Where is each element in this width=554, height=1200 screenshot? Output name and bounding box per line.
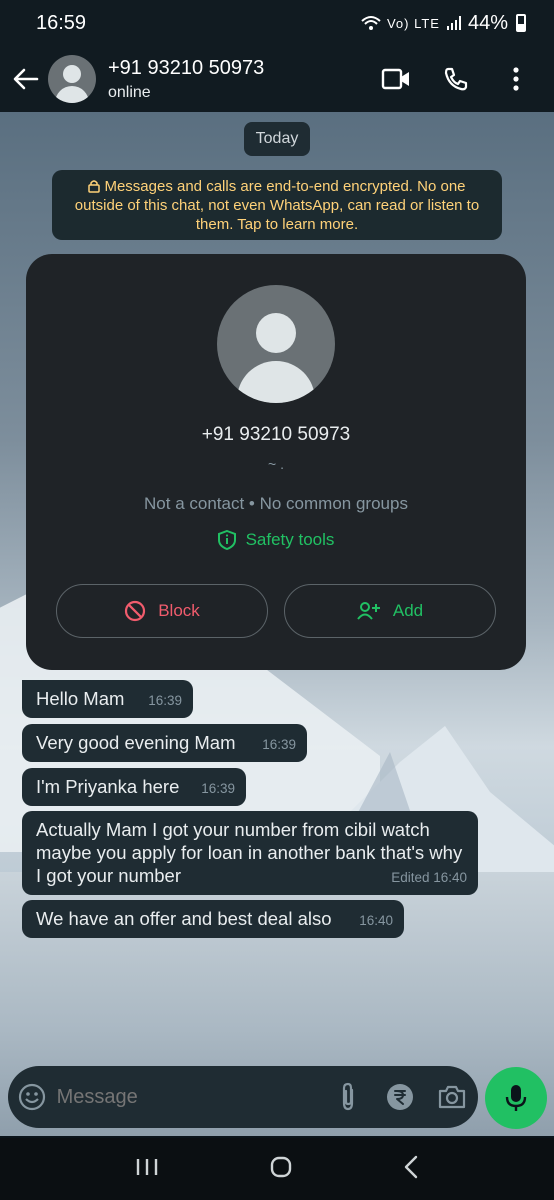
message-composer [8,1066,478,1128]
more-options-icon [513,67,519,91]
date-chip: Today [244,122,310,156]
emoji-button[interactable] [8,1083,57,1111]
safety-tools-link[interactable]: Safety tools [26,530,526,550]
back-arrow-icon [13,68,39,90]
status-bar: 16:59 Vo) LTE 44% [0,0,554,46]
block-icon [125,600,146,622]
payment-button[interactable] [374,1082,426,1112]
back-icon [404,1155,418,1178]
battery-icon [516,14,526,32]
chat-header: +91 93210 50973 online [0,46,554,112]
nav-back-button[interactable] [403,1155,419,1184]
contact-card-meta: Not a contact • No common groups [144,494,408,513]
message-time: Edited 16:40 [391,870,467,885]
message-bubble[interactable]: Actually Mam I got your number from cibi… [22,811,478,895]
message-bubble[interactable]: Hello Mam 16:39 [22,680,193,718]
message-bubble[interactable]: I'm Priyanka here 16:39 [22,768,246,806]
voice-call-button[interactable] [436,59,476,99]
contact-card-about: ~ . [268,456,284,472]
add-person-icon [357,602,380,620]
message-text: I'm Priyanka here [36,776,180,797]
message-text: Very good evening Mam [36,732,236,753]
message-input[interactable] [56,1085,322,1109]
message-time: 16:39 [201,781,235,796]
message-text: We have an offer and best deal also [36,908,332,929]
add-label: Add [392,601,424,620]
encryption-text: Messages and calls are end-to-end encryp… [74,178,480,233]
status-time: 16:59 [36,11,87,34]
lock-icon [88,180,101,193]
message-time: 16:39 [148,693,182,708]
video-call-button[interactable] [376,59,416,99]
chat-area[interactable]: Today Messages and calls are end-to-end … [0,112,554,1136]
camera-button[interactable] [426,1084,478,1110]
home-icon [270,1156,292,1177]
contact-status: online [108,83,151,101]
recents-button[interactable] [135,1157,159,1182]
contact-avatar[interactable] [48,55,96,103]
block-button[interactable]: Block [56,584,268,638]
battery-percent: 44% [467,11,508,34]
add-contact-button[interactable]: Add [284,584,496,638]
contact-info[interactable]: +91 93210 50973 online [108,57,376,102]
header-actions [376,59,554,99]
network-label: Vo) LTE [386,15,440,31]
attach-icon [342,1082,353,1111]
contact-name: +91 93210 50973 [108,56,265,79]
contact-card-avatar [217,285,335,403]
message-text: Hello Mam [36,688,125,709]
video-call-icon [381,68,409,90]
encryption-notice[interactable]: Messages and calls are end-to-end encryp… [52,170,502,240]
rupee-icon [386,1084,413,1110]
status-indicators: Vo) LTE 44% [361,12,526,35]
message-bubble[interactable]: Very good evening Mam 16:39 [22,724,307,762]
message-time: 16:39 [262,737,296,752]
signal-icon [446,16,461,30]
voice-message-button[interactable] [485,1067,547,1129]
home-button[interactable] [269,1155,293,1184]
back-button[interactable] [4,46,48,112]
system-nav-bar [0,1138,554,1200]
wifi-icon [361,16,381,30]
camera-icon [438,1085,466,1109]
more-options-button[interactable] [496,59,536,99]
message-time: 16:40 [359,913,393,928]
block-label: Block [158,601,200,620]
emoji-icon [19,1083,46,1111]
recents-icon [136,1158,158,1175]
mic-icon [505,1085,527,1111]
safety-tools-label: Safety tools [245,530,335,549]
attach-button[interactable] [322,1082,374,1112]
voice-call-icon [444,67,468,91]
contact-card-number: +91 93210 50973 [201,424,351,445]
message-bubble[interactable]: We have an offer and best deal also 16:4… [22,900,404,938]
contact-card: +91 93210 50973 ~ . Not a contact • No c… [26,254,526,670]
shield-icon [217,530,236,550]
